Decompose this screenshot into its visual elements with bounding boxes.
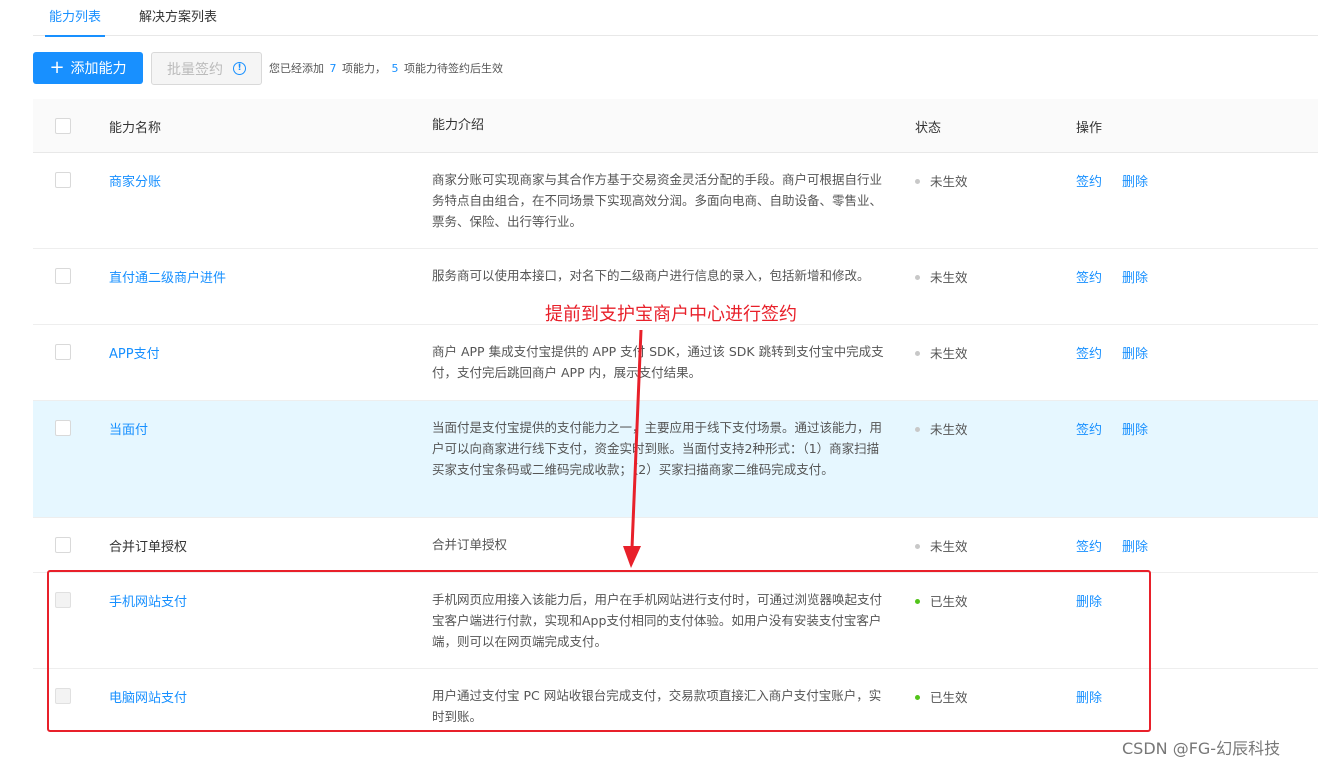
tab-solution-list[interactable]: 解决方案列表 — [139, 6, 217, 25]
header-desc: 能力介绍 — [432, 118, 485, 133]
delete-link[interactable]: 删除 — [1122, 540, 1148, 555]
status-dot-icon — [915, 275, 920, 280]
table-row: 商家分账 商家分账可实现商家与其合作方基于交易资金灵活分配的手段。商户可根据自行… — [33, 153, 1318, 249]
status-badge: 未生效 — [915, 536, 968, 555]
batch-sign-button[interactable]: 批量签约 ! — [151, 52, 262, 85]
select-all-checkbox[interactable] — [55, 118, 71, 134]
row-checkbox[interactable] — [55, 268, 71, 284]
summary-prefix: 您已经添加 — [269, 62, 324, 75]
row-checkbox[interactable] — [55, 537, 71, 553]
row-actions: 签约 删除 — [1076, 267, 1148, 286]
added-count: 7 — [329, 62, 337, 75]
pending-count: 5 — [391, 62, 399, 75]
sign-link[interactable]: 签约 — [1076, 347, 1102, 362]
status-text: 未生效 — [930, 346, 968, 361]
row-actions: 签约 删除 — [1076, 536, 1148, 555]
table-row: APP支付 商户 APP 集成支付宝提供的 APP 支付 SDK，通过该 SDK… — [33, 325, 1318, 401]
sign-link[interactable]: 签约 — [1076, 175, 1102, 190]
capability-desc: 商户 APP 集成支付宝提供的 APP 支付 SDK，通过该 SDK 跳转到支付… — [432, 344, 884, 380]
add-capability-button[interactable]: + 添加能力 — [33, 52, 143, 84]
delete-link[interactable]: 删除 — [1122, 347, 1148, 362]
info-icon: ! — [233, 62, 246, 75]
page: 能力列表 解决方案列表 + 添加能力 批量签约 ! 您已经添加 7 项能力， 5… — [0, 0, 1318, 764]
capability-desc: 服务商可以使用本接口，对名下的二级商户进行信息的录入，包括新增和修改。 — [432, 268, 870, 283]
status-dot-icon — [915, 351, 920, 356]
header-op: 操作 — [1076, 121, 1103, 136]
status-text: 未生效 — [930, 270, 968, 285]
capability-desc: 当面付是支付宝提供的支付能力之一，主要应用于线下支付场景。通过该能力，用户可以向… — [432, 420, 883, 477]
delete-link[interactable]: 删除 — [1122, 175, 1148, 190]
capability-desc: 合并订单授权 — [432, 537, 508, 552]
capability-name-link[interactable]: 当面付 — [109, 419, 148, 438]
status-badge: 未生效 — [915, 419, 968, 438]
header-status: 状态 — [915, 121, 942, 136]
watermark: CSDN @FG-幻辰科技 — [1122, 739, 1281, 758]
summary-text: 您已经添加 7 项能力， 5 项能力待签约后生效 — [269, 60, 503, 76]
highlight-box — [47, 570, 1151, 732]
sign-link[interactable]: 签约 — [1076, 423, 1102, 438]
table-header: 能力名称 能力介绍 状态 操作 — [33, 99, 1318, 153]
tab-capability-list[interactable]: 能力列表 — [44, 6, 106, 37]
status-badge: 未生效 — [915, 343, 968, 362]
annotation-text: 提前到支护宝商户中心进行签约 — [545, 304, 797, 325]
status-text: 未生效 — [930, 539, 968, 554]
status-dot-icon — [915, 427, 920, 432]
capability-name-link[interactable]: APP支付 — [109, 343, 160, 362]
header-name: 能力名称 — [109, 121, 162, 136]
capability-name-link[interactable]: 商家分账 — [109, 171, 161, 190]
row-checkbox[interactable] — [55, 420, 71, 436]
status-dot-icon — [915, 544, 920, 549]
plus-icon: + — [49, 57, 65, 78]
status-badge: 未生效 — [915, 171, 968, 190]
sign-link[interactable]: 签约 — [1076, 540, 1102, 555]
row-actions: 签约 删除 — [1076, 419, 1148, 438]
tab-bar: 能力列表 解决方案列表 — [33, 0, 1318, 37]
row-checkbox[interactable] — [55, 344, 71, 360]
delete-link[interactable]: 删除 — [1122, 271, 1148, 286]
status-dot-icon — [915, 179, 920, 184]
summary-mid: 项能力， — [342, 62, 386, 75]
delete-link[interactable]: 删除 — [1122, 423, 1148, 438]
batch-sign-label: 批量签约 — [167, 61, 223, 78]
capability-name-link[interactable]: 直付通二级商户进件 — [109, 267, 226, 286]
status-text: 未生效 — [930, 422, 968, 437]
summary-suffix: 项能力待签约后生效 — [404, 62, 503, 75]
row-actions: 签约 删除 — [1076, 343, 1148, 362]
status-badge: 未生效 — [915, 267, 968, 286]
row-checkbox[interactable] — [55, 172, 71, 188]
row-actions: 签约 删除 — [1076, 171, 1148, 190]
table-row: 当面付 当面付是支付宝提供的支付能力之一，主要应用于线下支付场景。通过该能力，用… — [33, 401, 1318, 518]
sign-link[interactable]: 签约 — [1076, 271, 1102, 286]
status-text: 未生效 — [930, 174, 968, 189]
table-row: 合并订单授权 合并订单授权 未生效 签约 删除 — [33, 518, 1318, 573]
add-capability-label: 添加能力 — [70, 61, 127, 77]
capability-name: 合并订单授权 — [109, 540, 188, 555]
capability-desc: 商家分账可实现商家与其合作方基于交易资金灵活分配的手段。商户可根据自行业务特点自… — [432, 172, 883, 229]
